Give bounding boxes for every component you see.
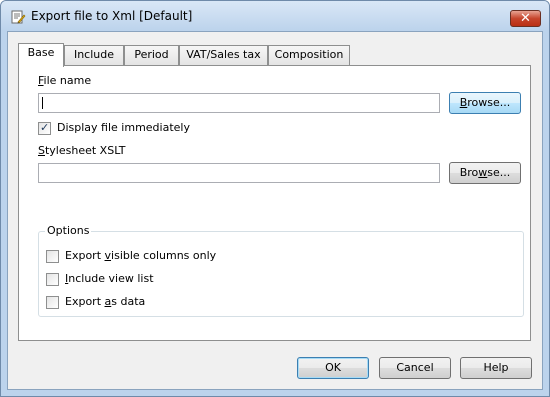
cancel-button[interactable]: Cancel [379,357,451,379]
export-visible-columns-label: Export visible columns only [65,249,217,262]
title-bar: Export file to Xml [Default] ✕ [1,1,549,31]
file-name-input[interactable] [38,93,440,113]
export-as-data-label: Export as data [65,295,146,308]
check-icon: ✓ [40,121,50,134]
help-button[interactable]: Help [460,357,532,379]
tab-panel-base: File name Browse... ✓ Display file immed… [18,65,531,341]
tab-period[interactable]: Period [124,45,179,65]
ok-button[interactable]: OK [297,357,369,379]
close-button[interactable]: ✕ [510,10,541,27]
export-visible-columns-checkbox[interactable] [46,250,59,263]
export-dialog-window: Export file to Xml [Default] ✕ Base Incl… [0,0,550,397]
window-title: Export file to Xml [Default] [31,9,193,23]
tab-composition[interactable]: Composition [268,45,350,65]
include-view-list-label: Include view list [65,272,154,285]
browse-stylesheet-button[interactable]: Browse... [449,162,521,184]
stylesheet-label: Stylesheet XSLT [38,144,126,157]
dialog-body: Base Include Period VAT/Sales tax Compos… [7,31,543,390]
tab-base[interactable]: Base [18,43,64,67]
edit-document-icon [11,10,26,24]
display-immediately-checkbox[interactable]: ✓ [38,121,51,135]
browse-file-button[interactable]: Browse... [449,92,521,114]
file-name-label: File name [38,74,92,87]
tab-include[interactable]: Include [64,45,124,65]
text-caret [42,97,43,109]
include-view-list-checkbox[interactable] [46,273,59,286]
display-immediately-label: Display file immediately [57,121,190,134]
export-as-data-checkbox[interactable] [46,296,59,309]
tab-vat-sales-tax[interactable]: VAT/Sales tax [179,45,268,65]
stylesheet-input[interactable] [38,163,440,183]
options-group-title: Options [45,224,92,237]
